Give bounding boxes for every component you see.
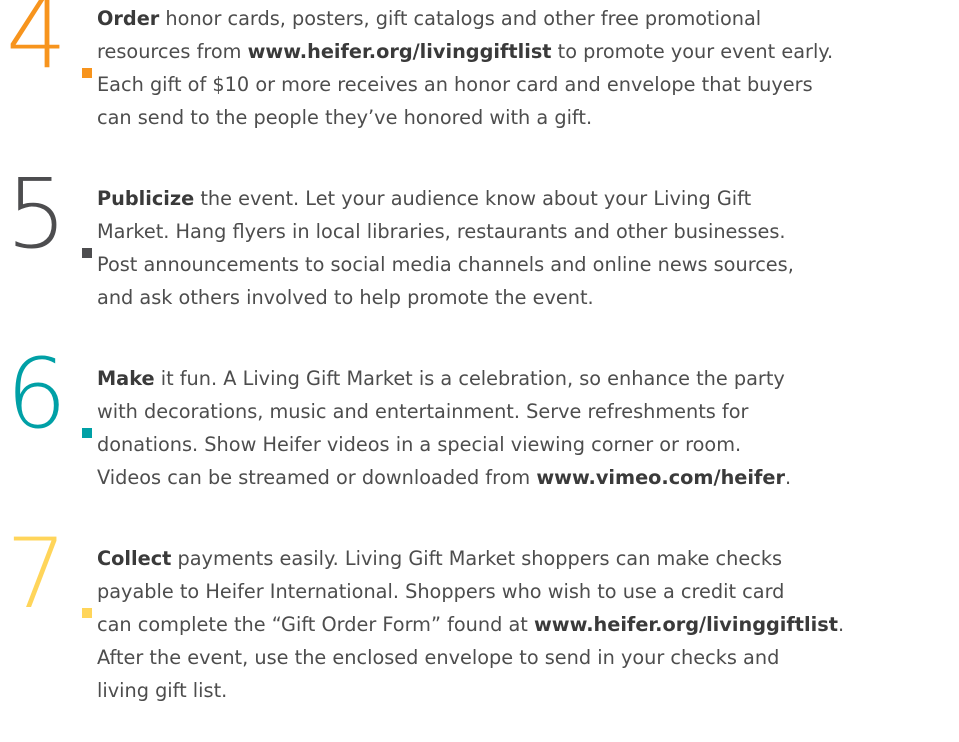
step-7-lead: Collect bbox=[97, 547, 172, 570]
step-5-text: Publicize the event. Let your audience k… bbox=[97, 187, 794, 309]
heifer-living-gift-list-link[interactable]: www.heifer.org/livinggiftlist bbox=[534, 613, 838, 636]
step-number-dot bbox=[82, 68, 92, 78]
step-number-dot bbox=[82, 608, 92, 618]
heifer-living-gift-list-link[interactable]: www.heifer.org/livinggiftlist bbox=[248, 40, 552, 63]
step-number-digit: 6 bbox=[6, 338, 67, 450]
step-number-5: 5 bbox=[6, 166, 96, 270]
step-number-digit: 7 bbox=[6, 518, 67, 630]
step-5-lead: Publicize bbox=[97, 187, 195, 210]
step-number-4: 4 bbox=[6, 0, 96, 90]
step-number-7: 7 bbox=[6, 526, 96, 630]
step-4-text: Order honor cards, posters, gift catalog… bbox=[97, 7, 834, 129]
step-6-lead: Make bbox=[97, 367, 155, 390]
step-number-6: 6 bbox=[6, 346, 96, 450]
step-7-text: Collect payments easily. Living Gift Mar… bbox=[97, 547, 845, 702]
vimeo-heifer-link[interactable]: www.vimeo.com/heifer bbox=[536, 466, 785, 489]
step-number-digit: 5 bbox=[6, 158, 67, 270]
step-number-digit: 4 bbox=[6, 0, 67, 90]
step-number-dot bbox=[82, 428, 92, 438]
step-6-text: Make it fun. A Living Gift Market is a c… bbox=[97, 367, 792, 489]
step-4-lead: Order bbox=[97, 7, 160, 30]
step-number-dot bbox=[82, 248, 92, 258]
